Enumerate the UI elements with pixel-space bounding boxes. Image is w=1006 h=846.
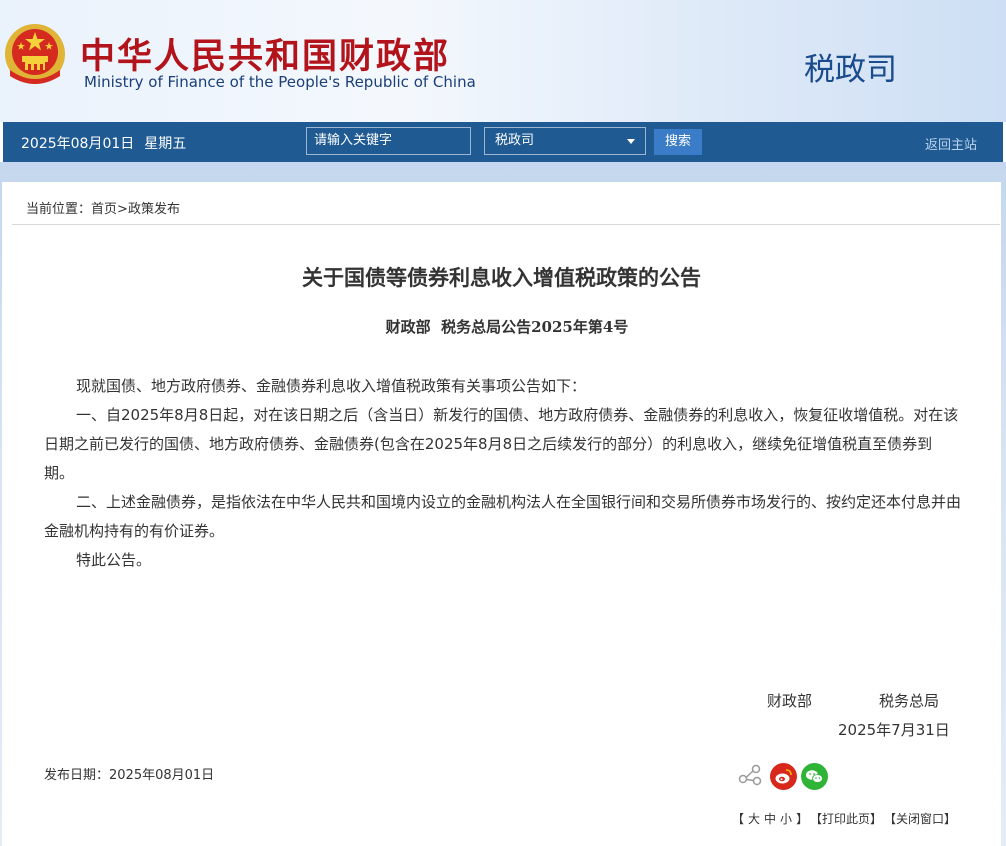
article-paragraph: 特此公告。	[76, 551, 152, 569]
department-title: 税政司	[804, 52, 897, 88]
dropdown-arrow-icon	[627, 139, 635, 144]
weibo-icon[interactable]	[770, 763, 797, 790]
breadcrumb-section-link[interactable]: 政策发布	[128, 202, 180, 217]
article-paragraph: 二、上述金融债券，是指依法在中华人民共和国境内设立的金融机构法人在全国银行间和交…	[44, 493, 962, 540]
search-scope-select[interactable]: 税政司	[484, 127, 646, 155]
site-title: 中华人民共和国财政部	[80, 37, 451, 77]
search-scope-value: 税政司	[495, 133, 535, 148]
font-large-link[interactable]: 大	[748, 812, 760, 826]
current-date: 2025年08月01日 星期五	[21, 133, 186, 153]
document-number: 财政部 税务总局公告2025年第4号	[385, 318, 629, 336]
page-tools: 【大中小】 【打印此页】 【关闭窗口】	[730, 810, 956, 827]
header-banner: 中华人民共和国财政部 Ministry of Finance of the Pe…	[0, 0, 1006, 122]
font-size-bracket-open: 【	[732, 812, 745, 826]
publish-date-value: 2025年08月01日	[109, 768, 215, 783]
article-paragraph: 现就国债、地方政府债券、金融债券利息收入增值税政策有关事项公告如下：	[76, 377, 587, 395]
date-text: 2025年08月01日	[21, 136, 135, 152]
weekday-text: 星期五	[144, 136, 187, 152]
publish-date-label: 发布日期：	[44, 768, 110, 783]
font-medium-link[interactable]: 中	[764, 812, 776, 826]
share-icon[interactable]	[738, 764, 762, 786]
signer-ministry: 财政部	[767, 692, 813, 710]
search-placeholder: 请输入关键字	[314, 133, 393, 148]
breadcrumb-divider	[12, 224, 1000, 225]
article-paragraph: 一、自2025年8月8日起，对在该日期之后（含当日）新发行的国债、地方政府债券、…	[44, 406, 959, 482]
nav-bar: 2025年08月01日 星期五 请输入关键字 税政司 搜索 返回主站	[3, 122, 1003, 162]
breadcrumb-prefix: 当前位置：	[26, 202, 92, 217]
national-emblem-icon	[5, 24, 65, 84]
search-input[interactable]: 请输入关键字	[306, 127, 471, 155]
close-window-link[interactable]: 【关闭窗口】	[884, 810, 956, 827]
publish-date: 发布日期：2025年08月01日	[44, 764, 214, 783]
signing-date: 2025年7月31日	[838, 721, 950, 739]
page: 中华人民共和国财政部 Ministry of Finance of the Pe…	[0, 0, 1006, 846]
breadcrumb-home-link[interactable]: 首页	[91, 202, 117, 217]
article-title: 关于国债等债券利息收入增值税政策的公告	[302, 266, 701, 290]
font-small-link[interactable]: 小	[780, 812, 792, 826]
search-button[interactable]: 搜索	[654, 129, 702, 155]
content-card: 当前位置：首页>政策发布 关于国债等债券利息收入增值税政策的公告 财政部 税务总…	[2, 182, 1001, 846]
wechat-icon[interactable]	[801, 763, 828, 790]
article-body: 现就国债、地方政府债券、金融债券利息收入增值税政策有关事项公告如下： 一、自20…	[44, 372, 962, 575]
return-home-link[interactable]: 返回主站	[925, 134, 977, 153]
font-size-controls: 【大中小】	[730, 812, 810, 826]
print-page-link[interactable]: 【打印此页】	[810, 810, 882, 827]
font-size-bracket-close: 】	[796, 812, 809, 826]
site-title-english: Ministry of Finance of the People's Repu…	[84, 73, 476, 91]
breadcrumb-separator: >	[117, 202, 128, 217]
signer-tax-bureau: 税务总局	[879, 692, 940, 710]
breadcrumb: 当前位置：首页>政策发布	[26, 198, 180, 217]
